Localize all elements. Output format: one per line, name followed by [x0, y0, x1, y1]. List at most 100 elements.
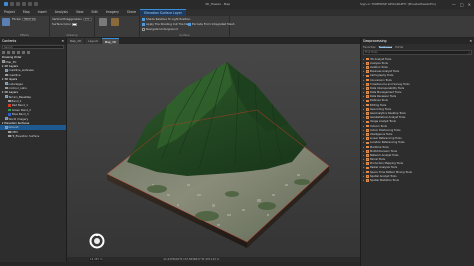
tab-map[interactable]: Map: [19, 9, 34, 16]
source-icon[interactable]: [7, 51, 10, 54]
expand-arrow-icon[interactable]: ▸: [363, 79, 365, 82]
expand-arrow-icon[interactable]: ▸: [363, 83, 365, 86]
expand-arrow-icon[interactable]: ▾: [2, 77, 3, 81]
search-icon[interactable]: ⌕: [468, 51, 470, 55]
visibility-checkbox[interactable]: [5, 73, 8, 76]
expand-arrow-icon[interactable]: ▾: [2, 90, 3, 94]
find-tools-input[interactable]: Find Tools ⌕: [363, 50, 472, 55]
toolbox-item[interactable]: ▸ Spatial Statistics Tools: [363, 178, 474, 182]
user-signin[interactable]: Sign-in TOMMOSE GEOGRAPHY (PhoebeHawaiiP…: [360, 2, 436, 6]
scale-input[interactable]: 12,345 m: [89, 258, 104, 261]
pane-close-icon[interactable]: ✕: [469, 39, 472, 43]
expand-arrow-icon[interactable]: ▸: [363, 112, 365, 115]
layer-blend-icon[interactable]: [2, 18, 10, 26]
redo-icon[interactable]: [34, 2, 38, 6]
toc-item-label: Terrain_BaseMap: [8, 94, 32, 99]
expand-arrow-icon[interactable]: ▸: [363, 133, 365, 136]
maximize-button[interactable]: □: [460, 2, 464, 7]
expand-arrow-icon[interactable]: ▸: [363, 166, 365, 169]
selection-icon[interactable]: [12, 51, 15, 54]
toolbox-label: Business Analyst Tools: [370, 70, 400, 74]
surface-color-swatch[interactable]: [71, 22, 77, 26]
undo-icon[interactable]: [28, 2, 32, 6]
expand-arrow-icon[interactable]: ▸: [363, 171, 365, 174]
surface-icon[interactable]: [111, 18, 119, 26]
pane-close-icon[interactable]: ✕: [61, 39, 64, 43]
exclude-checkbox[interactable]: [188, 22, 191, 26]
tab-insert[interactable]: Insert: [34, 9, 51, 16]
expand-arrow-icon[interactable]: ▸: [363, 87, 365, 90]
visibility-checkbox[interactable]: [5, 82, 8, 85]
visibility-checkbox[interactable]: [5, 126, 8, 129]
contents-search-input[interactable]: Search: [2, 45, 64, 49]
visibility-checkbox[interactable]: [8, 99, 11, 103]
tab-edit[interactable]: Edit: [88, 9, 102, 16]
expand-arrow-icon[interactable]: ▾: [2, 64, 3, 68]
navigator-control[interactable]: [89, 233, 105, 249]
visibility-checkbox[interactable]: [5, 95, 8, 98]
expand-arrow-icon[interactable]: ▸: [363, 66, 365, 69]
toc-item[interactable]: HI_Elevation Surface: [0, 134, 66, 138]
expand-arrow-icon[interactable]: ▸: [363, 95, 365, 98]
toolbox-icon: [366, 70, 369, 73]
toc-item-label: Elevation Surfaces: [4, 121, 30, 126]
visibility-checkbox[interactable]: [8, 130, 11, 134]
navigate-underground-checkbox[interactable]: [142, 27, 145, 31]
expand-arrow-icon[interactable]: ▸: [363, 179, 365, 182]
snapping-icon[interactable]: [22, 51, 25, 54]
expand-arrow-icon[interactable]: ▸: [363, 62, 365, 65]
expand-arrow-icon[interactable]: ▸: [363, 99, 365, 102]
expand-arrow-icon[interactable]: ▸: [363, 129, 365, 132]
flicker-input[interactable]: 500.0 ms: [22, 17, 37, 21]
expand-arrow-icon[interactable]: ▸: [363, 158, 365, 161]
expand-arrow-icon[interactable]: ▸: [363, 154, 365, 157]
visibility-checkbox[interactable]: [8, 134, 11, 138]
new-icon[interactable]: [10, 2, 14, 6]
tab-share[interactable]: Share: [123, 9, 140, 16]
save-icon[interactable]: [22, 2, 26, 6]
flicker-label: Flicker: [12, 17, 22, 21]
tab-portal[interactable]: Portal: [395, 45, 403, 49]
toolbox-icon: [366, 145, 369, 149]
expand-arrow-icon[interactable]: ▸: [363, 58, 365, 61]
tab-toolboxes[interactable]: Toolboxes: [378, 45, 393, 49]
close-button[interactable]: ✕: [468, 2, 471, 7]
minimize-button[interactable]: —: [452, 2, 456, 7]
tab-view[interactable]: View: [72, 9, 88, 16]
toolbox-label: Spatial Analyst Tools: [370, 174, 397, 178]
expand-arrow-icon[interactable]: ▸: [363, 74, 365, 77]
expand-arrow-icon[interactable]: ▸: [363, 137, 365, 140]
visibility-checkbox[interactable]: [5, 69, 8, 72]
expand-arrow-icon[interactable]: ▸: [363, 146, 365, 149]
open-icon[interactable]: [16, 2, 20, 6]
vertical-exaggeration-input[interactable]: 1.5: [83, 17, 92, 21]
expand-arrow-icon[interactable]: ▸: [363, 104, 365, 107]
expand-arrow-icon[interactable]: ▸: [363, 175, 365, 178]
expand-arrow-icon[interactable]: ▸: [363, 125, 365, 128]
expand-arrow-icon[interactable]: ▸: [363, 70, 365, 73]
labeling-icon[interactable]: [27, 51, 30, 54]
expand-arrow-icon[interactable]: ▸: [363, 150, 365, 153]
scene-view[interactable]: [67, 44, 360, 257]
expand-arrow-icon[interactable]: ▸: [363, 116, 365, 119]
tab-project[interactable]: Project: [0, 9, 19, 16]
shading-icon[interactable]: [99, 18, 107, 26]
tab-imagery[interactable]: Imagery: [102, 9, 123, 16]
visibility-checkbox[interactable]: [2, 60, 5, 63]
expand-arrow-icon[interactable]: ▸: [363, 141, 365, 144]
expand-arrow-icon[interactable]: ▸: [363, 91, 365, 94]
expand-arrow-icon[interactable]: ▸: [363, 162, 365, 165]
expand-arrow-icon[interactable]: ▸: [363, 120, 365, 123]
visibility-checkbox[interactable]: [5, 86, 8, 90]
tab-analysis[interactable]: Analysis: [51, 9, 72, 16]
visibility-checkbox[interactable]: [5, 117, 8, 120]
shade-relative-checkbox[interactable]: [142, 17, 145, 21]
tab-favorites[interactable]: Favorites: [363, 45, 376, 49]
tab-elevation-surface-layer[interactable]: Elevation Surface Layer: [140, 9, 186, 16]
expand-arrow-icon[interactable]: ▾: [2, 121, 3, 125]
expand-arrow-icon[interactable]: ▸: [363, 108, 365, 111]
apply-shading-checkbox[interactable]: [142, 22, 145, 26]
drawing-order-icon[interactable]: [2, 51, 5, 54]
editing-icon[interactable]: [17, 51, 20, 54]
toolbox-label: Data Interoperability Tools: [370, 86, 405, 90]
